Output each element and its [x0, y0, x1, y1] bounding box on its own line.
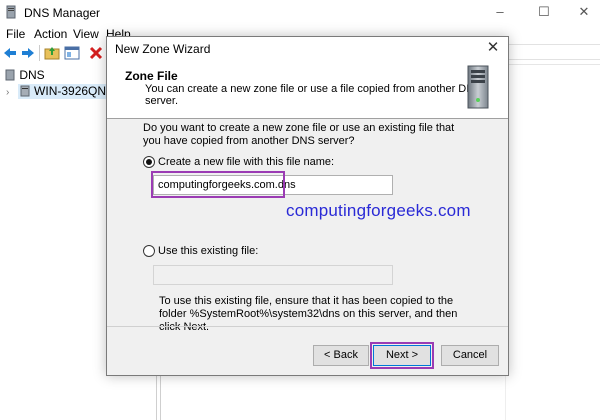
radio-use-existing-file[interactable] — [143, 245, 155, 257]
wizard-question: Do you want to create a new zone file or… — [143, 122, 455, 147]
watermark-text: computingforgeeks.com — [286, 201, 471, 220]
server-node-icon — [20, 85, 30, 97]
dns-manager-icon — [6, 5, 16, 19]
dns-icon — [5, 69, 15, 81]
wizard-title: New Zone Wizard — [115, 42, 211, 56]
next-button-highlight — [370, 342, 434, 369]
back-button[interactable]: < Back — [313, 345, 369, 366]
forward-arrow-icon[interactable] — [20, 45, 36, 61]
pane-divider-lower-2 — [160, 370, 161, 420]
wizard-step-title: Zone File — [125, 69, 178, 83]
toolbar-separator — [39, 45, 40, 61]
menu-action[interactable]: Action — [34, 27, 67, 41]
back-arrow-icon[interactable] — [2, 45, 18, 61]
existing-file-input[interactable] — [153, 265, 393, 285]
radio-create-new-label: Create a new file with this file name: — [158, 156, 335, 168]
maximize-icon[interactable]: ☐ — [535, 4, 553, 20]
properties-icon[interactable] — [64, 45, 80, 61]
cancel-button[interactable]: Cancel — [441, 345, 499, 366]
footer-divider — [107, 326, 508, 327]
wizard-titlebar: New Zone Wizard ✕ — [107, 37, 508, 60]
radio-create-new-file[interactable] — [143, 156, 155, 168]
radio-use-existing-label: Use this existing file: — [158, 245, 259, 257]
new-zone-wizard-dialog: New Zone Wizard ✕ Zone File You can crea… — [106, 36, 509, 376]
menu-file[interactable]: File — [6, 27, 25, 41]
tree-panel: DNS — [0, 64, 110, 420]
app-titlebar: DNS Manager – ☐ ✕ — [0, 0, 600, 26]
delete-icon[interactable] — [88, 45, 104, 61]
existing-file-note: To use this existing file, ensure that i… — [159, 295, 458, 333]
tree-root-label: DNS — [19, 68, 45, 82]
file-name-highlight — [151, 171, 285, 198]
pane-divider-lower — [156, 370, 157, 420]
up-folder-icon[interactable] — [44, 45, 60, 61]
close-window-icon[interactable]: ✕ — [575, 4, 593, 20]
menu-view[interactable]: View — [73, 27, 99, 41]
right-pane-header — [506, 44, 600, 60]
wizard-header: Zone File You can create a new zone file… — [107, 60, 508, 119]
server-tower-icon — [467, 65, 489, 109]
chevron-right-icon[interactable]: › — [6, 87, 9, 98]
close-icon[interactable]: ✕ — [484, 39, 502, 57]
tree-root-item[interactable]: DNS — [4, 68, 45, 82]
wizard-step-subtitle: You can create a new zone file or use a … — [145, 83, 482, 107]
minimize-icon[interactable]: – — [491, 4, 509, 20]
app-title: DNS Manager — [24, 6, 101, 20]
